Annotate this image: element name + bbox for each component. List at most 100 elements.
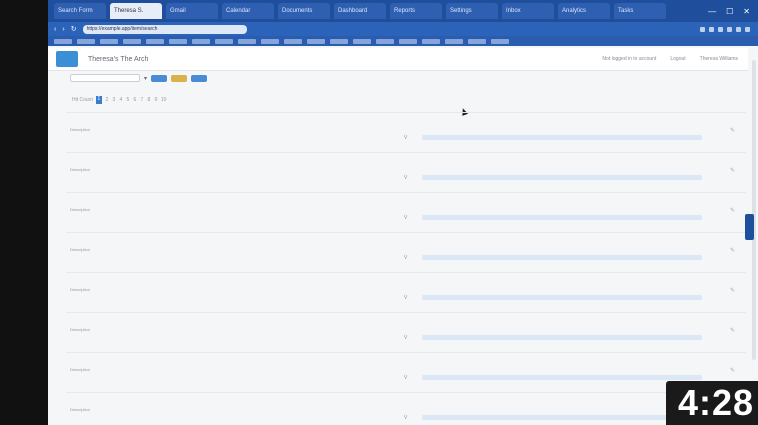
header-links: Not logged in to account Logout Theresa … <box>602 56 748 62</box>
address-input[interactable]: https://example.app/item/search <box>82 24 247 34</box>
search-input[interactable] <box>70 74 140 82</box>
bookmark[interactable] <box>77 38 95 44</box>
bookmarks-bar <box>48 36 758 46</box>
bookmark[interactable] <box>445 38 463 44</box>
bookmark[interactable] <box>261 38 279 44</box>
list-item: Description V ✎ <box>66 152 746 192</box>
bookmark[interactable] <box>123 38 141 44</box>
item-marker: V <box>404 175 408 181</box>
item-link[interactable] <box>422 135 702 140</box>
page-link[interactable]: 10 <box>161 97 167 103</box>
item-label: Description <box>70 287 91 292</box>
bookmark[interactable] <box>146 38 164 44</box>
item-label: Description <box>70 327 91 332</box>
pagination: Hit Count 1 2 3 4 5 6 7 8 9 10 <box>72 96 167 104</box>
item-label: Description <box>70 207 91 212</box>
extension-icon[interactable] <box>745 26 750 32</box>
extension-icon[interactable] <box>736 26 741 32</box>
browser-tab[interactable]: Calendar <box>222 3 274 19</box>
filter-button[interactable] <box>191 74 208 82</box>
page-link[interactable]: 7 <box>140 97 144 103</box>
browser-tab-active[interactable]: Theresa S. <box>110 3 162 19</box>
scrollbar[interactable] <box>752 60 756 360</box>
filter-button[interactable] <box>171 74 188 82</box>
forward-icon[interactable]: › <box>62 26 64 33</box>
video-timestamp: 4:28 <box>666 381 758 425</box>
page-link[interactable]: 3 <box>112 97 116 103</box>
bookmark[interactable] <box>330 38 348 44</box>
account-status: Not logged in to account <box>602 56 657 62</box>
browser-tab[interactable]: Gmail <box>166 3 218 19</box>
bookmark[interactable] <box>353 38 371 44</box>
page-current[interactable]: 1 <box>95 96 102 104</box>
item-marker: V <box>404 415 408 421</box>
browser-tab[interactable]: Documents <box>278 3 330 19</box>
browser-tab[interactable]: Search Form <box>54 3 106 19</box>
filter-button[interactable] <box>151 74 168 82</box>
item-link[interactable] <box>422 375 702 380</box>
bookmark[interactable] <box>284 38 302 44</box>
item-marker: V <box>404 215 408 221</box>
browser-tab[interactable]: Reports <box>390 3 442 19</box>
browser-tab-bar: Search Form Theresa S. Gmail Calendar Do… <box>48 0 758 22</box>
item-link[interactable] <box>422 295 702 300</box>
app-logo[interactable] <box>56 51 78 67</box>
extension-icon[interactable] <box>718 26 723 32</box>
bookmark[interactable] <box>192 38 210 44</box>
page-link[interactable]: 6 <box>133 97 137 103</box>
extension-icon[interactable] <box>700 26 705 32</box>
edit-icon[interactable]: ✎ <box>730 247 735 254</box>
list-item: Description V ✎ <box>66 352 746 392</box>
list-item: Description V ✎ <box>66 112 746 152</box>
browser-tab[interactable]: Analytics <box>558 3 610 19</box>
bookmark[interactable] <box>399 38 417 44</box>
bookmark[interactable] <box>422 38 440 44</box>
filter-bar: ▾ <box>70 74 214 82</box>
bookmark[interactable] <box>307 38 325 44</box>
item-link[interactable] <box>422 335 702 340</box>
item-link[interactable] <box>422 215 702 220</box>
edit-icon[interactable]: ✎ <box>730 367 735 374</box>
page-link[interactable]: 2 <box>105 97 109 103</box>
browser-tab[interactable]: Tasks <box>614 3 666 19</box>
item-link[interactable] <box>422 255 702 260</box>
item-link[interactable] <box>422 415 702 420</box>
bookmark[interactable] <box>376 38 394 44</box>
bookmark[interactable] <box>100 38 118 44</box>
user-menu[interactable]: Theresa Williams <box>700 56 738 62</box>
results-list: Description V ✎ Description V ✎ Descript… <box>66 112 746 425</box>
edit-icon[interactable]: ✎ <box>730 167 735 174</box>
bookmark[interactable] <box>215 38 233 44</box>
extension-icon[interactable] <box>727 26 732 32</box>
extension-icon[interactable] <box>709 26 714 32</box>
list-item: Description V ✎ <box>66 392 746 425</box>
edit-icon[interactable]: ✎ <box>730 287 735 294</box>
bookmark[interactable] <box>491 38 509 44</box>
side-panel-tab[interactable] <box>745 214 754 240</box>
item-marker: V <box>404 135 408 141</box>
chevron-down-icon[interactable]: ▾ <box>144 75 147 82</box>
edit-icon[interactable]: ✎ <box>730 327 735 334</box>
close-button[interactable]: ✕ <box>743 7 750 16</box>
page-link[interactable]: 8 <box>147 97 151 103</box>
page-link[interactable]: 5 <box>126 97 130 103</box>
browser-tab[interactable]: Dashboard <box>334 3 386 19</box>
bookmark[interactable] <box>468 38 486 44</box>
page-link[interactable]: 4 <box>119 97 123 103</box>
back-icon[interactable]: ‹ <box>54 26 56 33</box>
bookmark[interactable] <box>54 38 72 44</box>
bookmark[interactable] <box>238 38 256 44</box>
logout-link[interactable]: Logout <box>670 56 685 62</box>
browser-tab[interactable]: Inbox <box>502 3 554 19</box>
bookmark[interactable] <box>169 38 187 44</box>
maximize-button[interactable]: ☐ <box>726 7 733 16</box>
item-link[interactable] <box>422 175 702 180</box>
browser-tab[interactable]: Settings <box>446 3 498 19</box>
edit-icon[interactable]: ✎ <box>730 207 735 214</box>
hit-count-label: Hit Count <box>72 97 93 103</box>
edit-icon[interactable]: ✎ <box>730 127 735 134</box>
reload-icon[interactable]: ↻ <box>71 25 77 33</box>
page-link[interactable]: 9 <box>154 97 158 103</box>
item-label: Description <box>70 367 91 372</box>
minimize-button[interactable]: — <box>708 7 716 16</box>
